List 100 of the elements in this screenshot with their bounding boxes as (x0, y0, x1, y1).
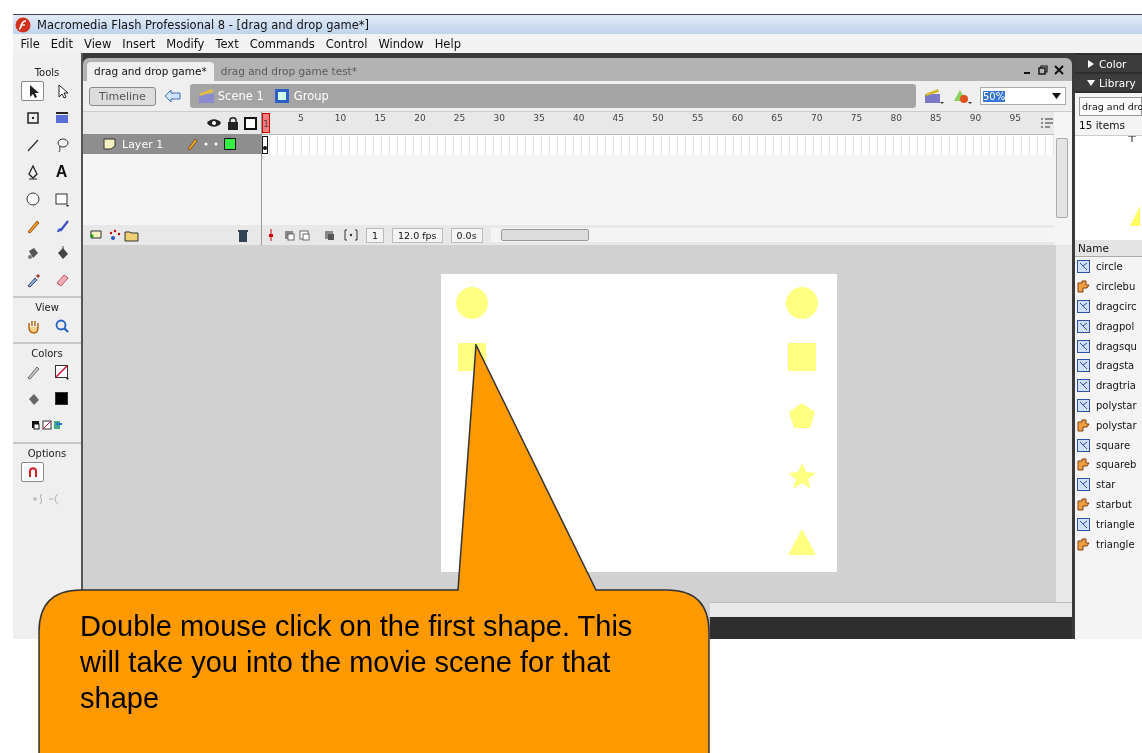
square-shape (786, 341, 818, 373)
graphic-symbol-icon (1077, 398, 1090, 412)
clapperboard-icon[interactable] (924, 87, 944, 105)
marker-range-icon[interactable] (344, 228, 358, 242)
zoom-field[interactable]: 50% (980, 87, 1066, 105)
layer-icon (103, 138, 116, 150)
timeline-button[interactable]: Timeline (89, 86, 156, 106)
menu-item[interactable]: View (78, 36, 117, 51)
library-item[interactable]: dragtria (1075, 375, 1142, 396)
section-label: View (35, 301, 59, 315)
panel-header[interactable]: Library (1075, 74, 1142, 91)
library-item[interactable]: polystar (1075, 415, 1142, 436)
section-label: Tools (34, 66, 60, 80)
oval-icon (24, 191, 41, 207)
menu-item[interactable]: Edit (45, 36, 79, 51)
section-label: Colors (31, 347, 63, 361)
layer-name: Layer 1 (122, 137, 165, 151)
library-item[interactable]: circle (1075, 257, 1142, 277)
window-title: Macromedia Flash Professional 8 - [drag and drop game*] (37, 17, 370, 32)
frame-rate: 12.0 fps (392, 227, 443, 243)
library-dropdown[interactable]: drag and dro (1079, 97, 1142, 116)
transform-icon (24, 110, 41, 126)
library-item[interactable]: circlebu (1075, 276, 1142, 297)
graphic-symbol-icon (1077, 300, 1090, 313)
menu-item[interactable]: Help (429, 36, 467, 51)
restore-icon[interactable] (1038, 65, 1048, 75)
current-frame: 1 (366, 227, 385, 243)
lock-icon (227, 116, 239, 130)
document-tab[interactable]: drag and drop game* (87, 62, 214, 81)
column-header[interactable]: Name (1075, 240, 1142, 257)
edit-frames-icon[interactable] (324, 228, 336, 242)
graphic-symbol-icon (1077, 438, 1090, 452)
graphic-symbol-icon (1077, 339, 1090, 353)
vertical-scrollbar[interactable] (1056, 245, 1072, 602)
scroll-thumb[interactable] (500, 229, 589, 241)
group-icon (273, 88, 290, 104)
library-item[interactable]: polystar (1075, 395, 1142, 416)
button-symbol-icon (1077, 537, 1090, 551)
options-menu-icon[interactable] (1040, 117, 1054, 129)
keyframe-icon (262, 136, 268, 154)
close-icon[interactable] (1054, 65, 1064, 75)
circle-shape (786, 287, 818, 319)
circle-shape (456, 287, 488, 319)
menu-item[interactable]: Modify (160, 36, 210, 51)
graphic-symbol-icon (1077, 260, 1090, 274)
timeline-vertical-scrollbar[interactable] (1056, 138, 1068, 218)
swatch-icon (53, 391, 70, 407)
collapsed-triangle-icon (1087, 59, 1095, 68)
menu-item[interactable]: Insert (116, 36, 161, 51)
library-item[interactable]: triangle (1075, 514, 1142, 535)
eye-icon (206, 117, 222, 129)
graphic-symbol-icon (1077, 319, 1090, 333)
gradient-icon (53, 110, 70, 126)
outline-icon (244, 116, 257, 130)
library-item[interactable]: dragpol (1075, 316, 1142, 337)
section-label: Options (27, 447, 67, 461)
library-item[interactable]: star (1075, 474, 1142, 495)
menu-item[interactable]: File (15, 36, 46, 51)
flash-logo-icon (15, 16, 31, 33)
menu-item[interactable]: Text (209, 36, 245, 51)
library-item[interactable]: squareb (1075, 454, 1142, 475)
library-item[interactable]: triangle (1075, 534, 1142, 554)
graphic-symbol-icon (1077, 359, 1090, 373)
add-layer-icon[interactable] (89, 228, 139, 242)
clapperboard-icon (197, 88, 214, 104)
graphic-symbol-icon (1077, 517, 1090, 531)
swatch-icon (53, 364, 70, 380)
layer-color-icon (224, 138, 236, 150)
menu-item[interactable]: Commands (244, 36, 321, 51)
horizontal-scrollbar[interactable] (710, 602, 1072, 617)
back-arrow-icon[interactable] (163, 89, 182, 103)
menu-item[interactable]: Control (320, 36, 373, 51)
graphic-symbol-icon (1077, 379, 1090, 393)
elapsed-time: 0.0s (450, 227, 483, 243)
menu-item[interactable]: Window (372, 36, 430, 51)
library-item[interactable]: starbut (1075, 494, 1142, 515)
button-symbol-icon (1077, 458, 1090, 472)
button-symbol-icon (1077, 497, 1090, 511)
expanded-triangle-icon (1087, 78, 1095, 87)
graphic-symbol-icon (1077, 478, 1090, 492)
zoom-icon (53, 318, 70, 334)
callout-text: Double mouse click on the first shape. This will take you into the movie scene for that shape (80, 609, 634, 716)
dot-icon (214, 142, 218, 146)
button-symbol-icon (1077, 280, 1090, 294)
center-frame-icon[interactable] (266, 228, 276, 242)
tool-button[interactable]: A (50, 162, 73, 182)
tool-button[interactable] (21, 81, 44, 101)
library-item[interactable]: square (1075, 435, 1142, 455)
dot-icon (204, 142, 208, 146)
frame-ruler: 1 5 10 15 20 25 30 35 40 45 50 55 60 65 70 75 80 85 90 95 (262, 113, 1040, 133)
dropdown-arrow-icon (1052, 93, 1061, 99)
pencil-icon (186, 138, 198, 150)
panel-header[interactable]: Color (1075, 55, 1142, 72)
timeline-scrollbar[interactable] (490, 228, 1054, 242)
rectangle-icon (53, 191, 70, 207)
library-item[interactable]: dragsta (1075, 356, 1142, 376)
button-symbol-icon (1077, 418, 1090, 432)
library-item[interactable]: dragcirc (1075, 296, 1142, 317)
trash-icon[interactable] (237, 228, 249, 242)
library-item[interactable]: dragsqu (1075, 336, 1142, 356)
